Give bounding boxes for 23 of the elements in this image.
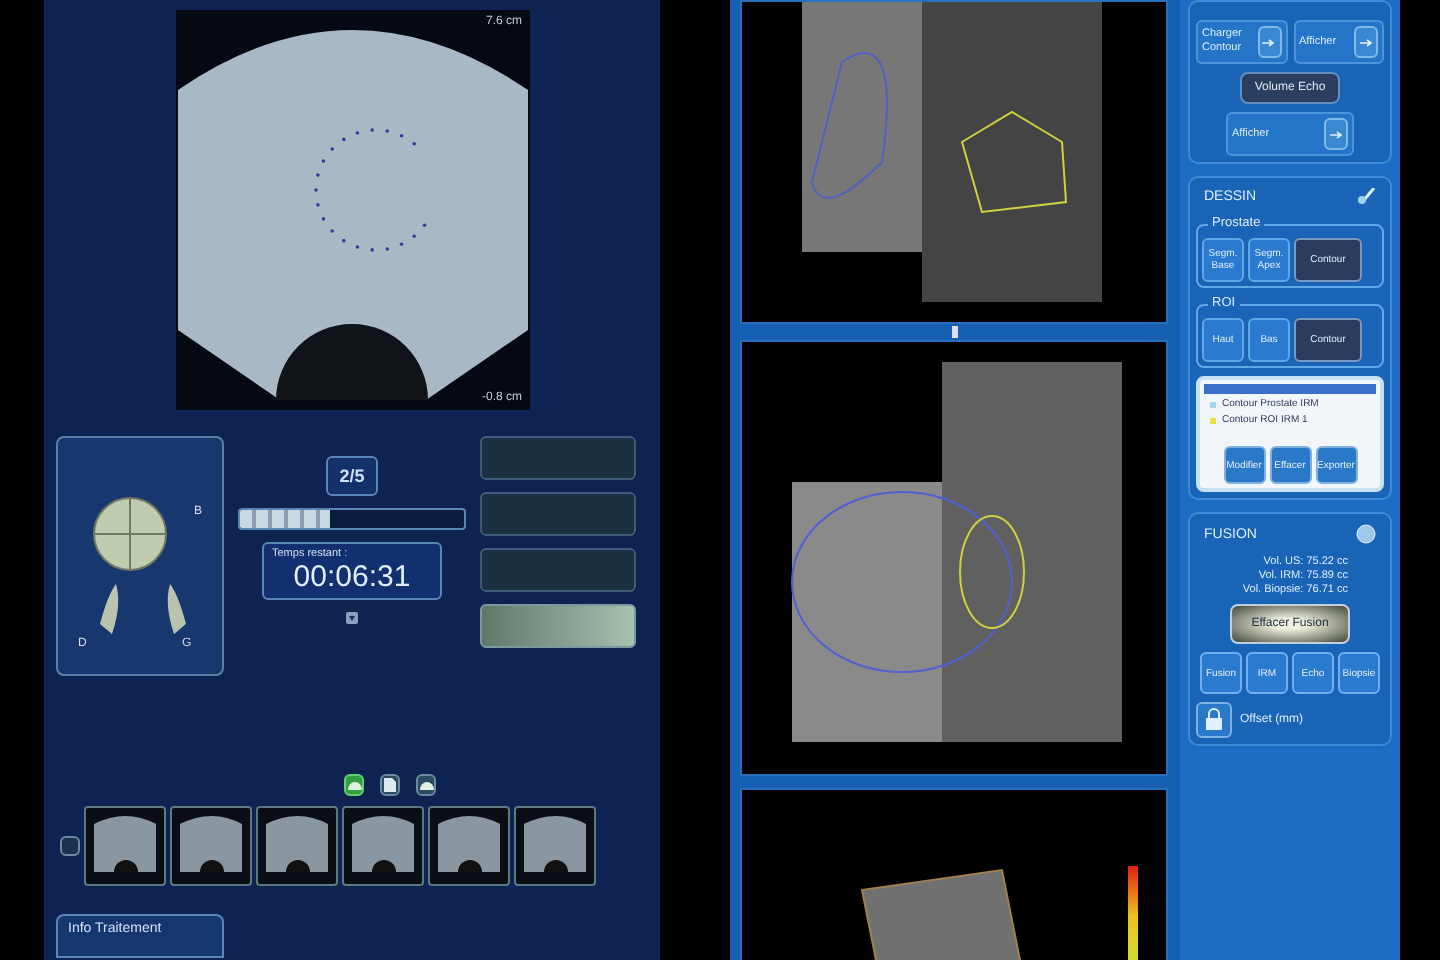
speaker-icon[interactable] [60,836,80,856]
pen-icon [1356,188,1376,204]
arrow-icon [1262,37,1276,47]
image-thumbnail[interactable] [428,806,510,886]
image-thumbnail[interactable] [170,806,252,886]
down-arrow-icon[interactable] [346,612,358,624]
display-button[interactable] [1354,26,1378,58]
image-thumbnail[interactable] [514,806,596,886]
color-scale-bar [1128,866,1138,960]
image-thumbnail[interactable] [256,806,338,886]
step-counter: 2/5 [325,456,379,496]
splitter-handle[interactable] [951,326,957,338]
arrow-icon [1359,37,1373,47]
load-button[interactable] [1257,26,1281,58]
image-thumbnail[interactable] [84,806,166,886]
display-button[interactable] [1324,118,1348,150]
arrow-icon [1329,129,1343,139]
document-icon[interactable] [380,774,400,796]
probe-icon[interactable] [344,774,364,796]
lock-icon[interactable] [1196,702,1232,738]
probe-icon[interactable] [416,774,436,796]
image-thumbnail[interactable] [342,806,424,886]
timer-value: 00:06:31 [291,560,413,594]
